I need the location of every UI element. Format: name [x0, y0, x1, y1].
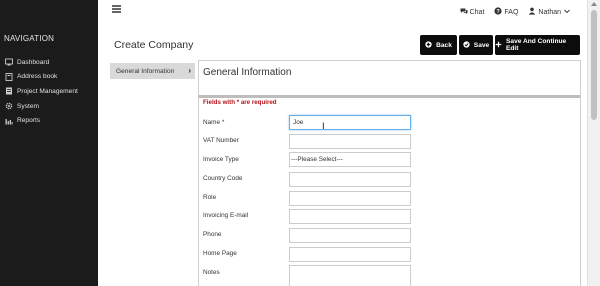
address-book-icon [4, 72, 13, 81]
panel-title: General Information [203, 67, 292, 78]
topbar: Chat ? FAQ Nathan [98, 0, 600, 27]
page-title: Create Company [114, 39, 194, 51]
back-button-label: Back [436, 41, 452, 49]
faq-link[interactable]: ? FAQ [494, 7, 518, 17]
plus-icon [495, 41, 502, 50]
sidebar-item-label: Project Management [17, 87, 78, 95]
sidebar-item-dashboard[interactable]: Dashboard [0, 55, 98, 70]
nav-list: Dashboard Address book Project Managemen… [0, 55, 98, 128]
panel-divider [199, 95, 580, 98]
invoicing-email-input[interactable] [289, 209, 411, 224]
dashboard-icon [4, 58, 13, 66]
chat-label: Chat [469, 8, 485, 16]
check-circle-icon [463, 40, 470, 50]
vat-number-label: VAT Number [203, 137, 239, 144]
notes-textarea[interactable] [289, 265, 411, 286]
tab-general-information[interactable]: General Information › [110, 63, 195, 79]
phone-input[interactable] [289, 228, 411, 243]
sidebar-item-label: Reports [17, 117, 41, 125]
required-fields-note: Fields with * are required [203, 99, 277, 106]
arrow-left-circle-icon [425, 40, 432, 50]
name-label: Name * [203, 119, 225, 126]
user-menu[interactable]: Nathan [528, 7, 571, 17]
country-code-label: Country Code [203, 175, 243, 182]
sidebar-item-system[interactable]: System [0, 99, 98, 114]
role-input[interactable] [289, 191, 411, 206]
sidebar-item-project-management[interactable]: Project Management [0, 84, 98, 99]
faq-label: FAQ [504, 8, 519, 16]
country-code-input[interactable] [289, 172, 411, 187]
invoicing-email-label: Invoicing E-mail [203, 212, 249, 219]
save-button[interactable]: Save [459, 35, 493, 55]
back-button[interactable]: Back [420, 35, 457, 55]
sidebar-item-label: Dashboard [17, 58, 50, 66]
role-label: Role [203, 194, 217, 201]
hamburger-menu-icon[interactable] [112, 5, 121, 13]
invoice-type-select[interactable]: ---Please Select--- [289, 152, 411, 167]
sidebar: NAVIGATION Dashboard Address book Projec… [0, 0, 98, 286]
project-icon [4, 87, 13, 95]
sidebar-item-label: System [17, 102, 39, 110]
vat-number-input[interactable] [289, 134, 411, 149]
invoice-type-label: Invoice Type [203, 156, 239, 163]
sidebar-item-reports[interactable]: Reports [0, 113, 98, 128]
bar-chart-icon [4, 117, 13, 125]
scroll-thumb[interactable] [591, 10, 597, 120]
top-links: Chat ? FAQ Nathan [460, 7, 571, 17]
text-cursor-icon: I [322, 122, 325, 132]
scroll-up-arrow-icon[interactable] [591, 2, 597, 6]
question-circle-icon: ? [494, 7, 503, 17]
save-button-label: Save [473, 41, 490, 49]
chat-icon [460, 7, 468, 17]
save-and-continue-button[interactable]: Save And Continue Edit [495, 35, 580, 55]
save-and-continue-label: Save And Continue Edit [506, 38, 567, 52]
home-page-input[interactable] [289, 247, 411, 262]
chevron-down-icon [563, 7, 571, 17]
tab-label: General Information [116, 67, 175, 75]
name-input[interactable] [289, 115, 411, 130]
navigation-title: NAVIGATION [4, 34, 55, 43]
user-icon [528, 7, 536, 17]
sidebar-item-address-book[interactable]: Address book [0, 70, 98, 85]
user-name: Nathan [538, 8, 561, 16]
notes-label: Notes [203, 269, 220, 276]
chevron-right-icon: › [188, 66, 191, 75]
sidebar-item-label: Address book [17, 73, 58, 81]
phone-label: Phone [203, 231, 222, 238]
general-information-panel: General Information Fields with * are re… [198, 60, 581, 286]
chat-link[interactable]: Chat [460, 7, 485, 17]
gear-icon [4, 102, 13, 110]
home-page-label: Home Page [203, 250, 237, 257]
page-scrollbar[interactable] [587, 0, 600, 286]
